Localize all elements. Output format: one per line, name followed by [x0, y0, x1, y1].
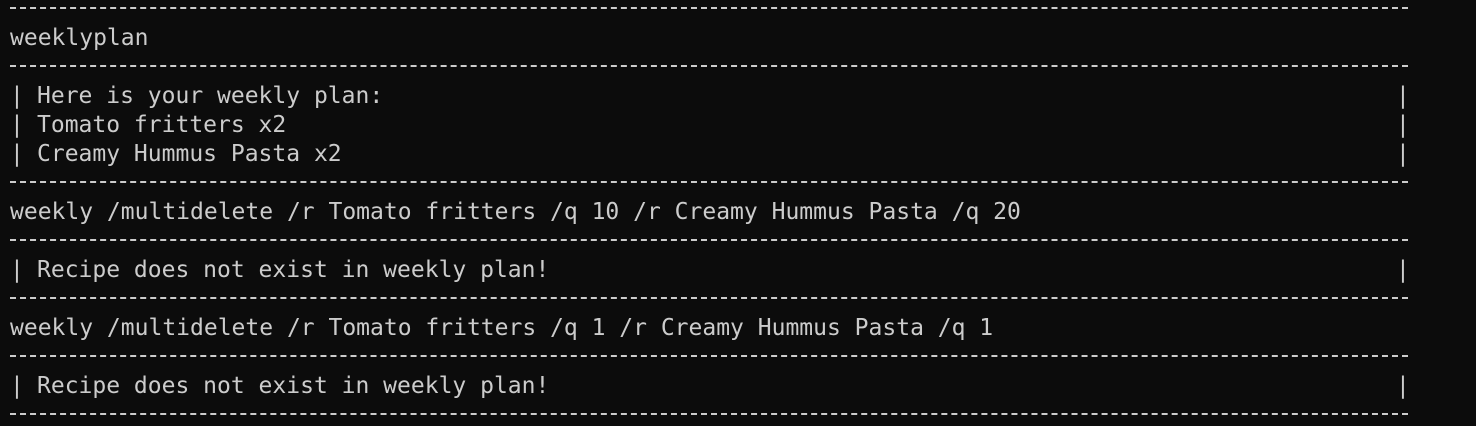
output-line: Recipe does not exist in weekly plan!	[37, 257, 550, 283]
border-right: |	[1396, 141, 1410, 167]
border-left: |	[10, 112, 24, 138]
divider	[10, 65, 1408, 67]
command-line: weekly /multidelete /r Tomato fritters /…	[10, 199, 1021, 225]
output-line: Recipe does not exist in weekly plan!	[37, 373, 550, 399]
terminal-window[interactable]: weeklyplan | Here is your weekly plan: |…	[0, 0, 1476, 426]
divider	[10, 297, 1408, 299]
output-line: Creamy Hummus Pasta x2	[37, 141, 342, 167]
command-line: weeklyplan	[10, 25, 149, 51]
output-line: Here is your weekly plan:	[37, 83, 384, 109]
divider	[10, 413, 1408, 415]
border-left: |	[10, 141, 24, 167]
divider	[10, 7, 1408, 9]
border-right: |	[1396, 373, 1410, 399]
border-left: |	[10, 83, 24, 109]
divider	[10, 355, 1408, 357]
divider	[10, 239, 1408, 241]
border-right: |	[1396, 257, 1410, 283]
command-line: weekly /multidelete /r Tomato fritters /…	[10, 315, 994, 341]
output-line: Tomato fritters x2	[37, 112, 287, 138]
border-left: |	[10, 373, 24, 399]
border-right: |	[1396, 83, 1410, 109]
border-left: |	[10, 257, 24, 283]
border-right: |	[1396, 112, 1410, 138]
divider	[10, 181, 1408, 183]
